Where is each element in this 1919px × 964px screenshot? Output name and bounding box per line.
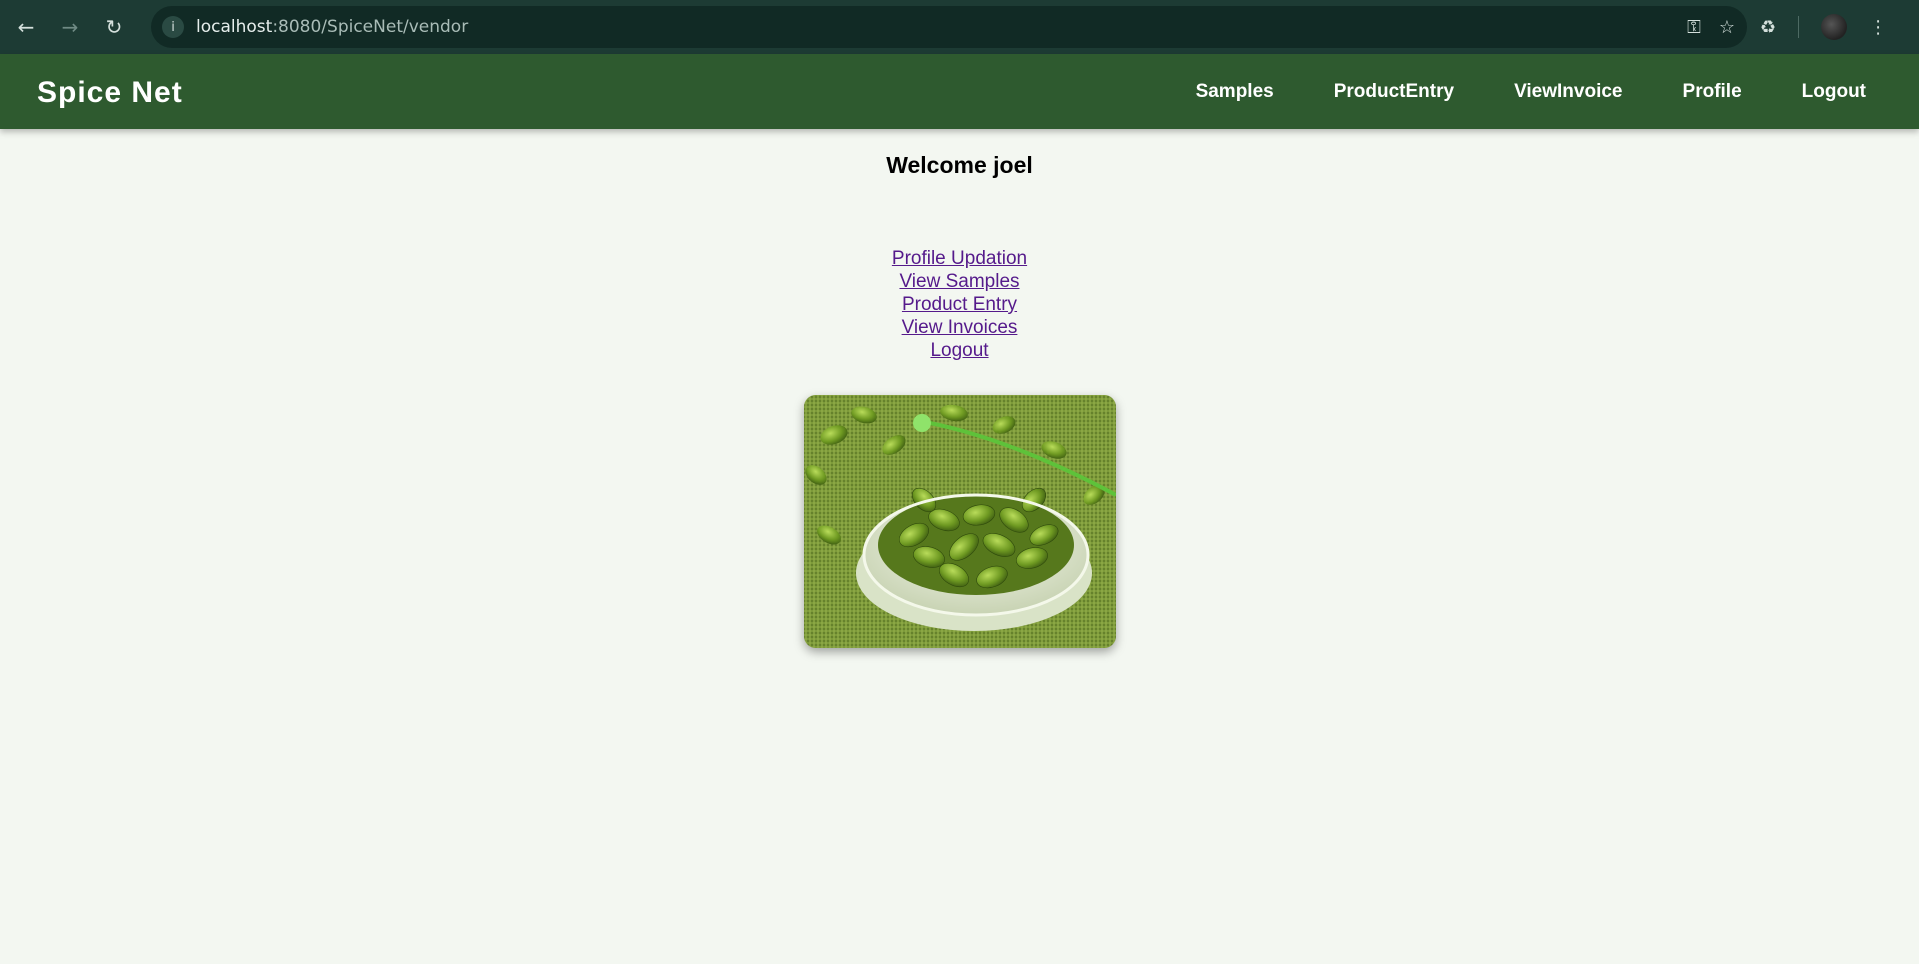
profile-avatar[interactable] bbox=[1821, 14, 1848, 40]
toolbar-divider bbox=[1798, 16, 1800, 38]
forward-arrow-icon[interactable]: → bbox=[52, 9, 88, 45]
address-bar[interactable]: i localhost:8080/SpiceNet/vendor ⚿ ☆ bbox=[151, 6, 1747, 48]
vendor-link-list: Profile Updation View Samples Product En… bbox=[0, 247, 1919, 362]
reload-icon[interactable]: ↻ bbox=[96, 9, 132, 45]
site-header: Spice Net Samples ProductEntry ViewInvoi… bbox=[0, 54, 1919, 129]
nav-view-invoice[interactable]: ViewInvoice bbox=[1514, 81, 1622, 103]
site-info-icon[interactable]: i bbox=[162, 16, 184, 38]
welcome-heading: Welcome joel bbox=[886, 152, 1033, 178]
link-view-invoices[interactable]: View Invoices bbox=[902, 316, 1018, 339]
nav-logout[interactable]: Logout bbox=[1802, 81, 1866, 103]
menu-kebab-icon[interactable]: ⋮ bbox=[1869, 17, 1887, 38]
url-text[interactable]: localhost:8080/SpiceNet/vendor bbox=[196, 17, 468, 37]
link-product-entry[interactable]: Product Entry bbox=[902, 293, 1017, 316]
password-key-icon[interactable]: ⚿ bbox=[1687, 17, 1701, 38]
cardamom-bowl-image bbox=[804, 395, 1116, 648]
browser-toolbar: ← → ↻ i localhost:8080/SpiceNet/vendor ⚿… bbox=[0, 0, 1919, 54]
brand-logo-text: Spice Net bbox=[37, 76, 183, 109]
main-nav: Samples ProductEntry ViewInvoice Profile… bbox=[1196, 54, 1919, 129]
link-profile-updation[interactable]: Profile Updation bbox=[892, 247, 1027, 270]
bookmark-star-icon[interactable]: ☆ bbox=[1719, 17, 1735, 38]
link-logout[interactable]: Logout bbox=[930, 339, 988, 362]
back-arrow-icon[interactable]: ← bbox=[8, 9, 44, 45]
link-view-samples[interactable]: View Samples bbox=[899, 270, 1019, 293]
extensions-icon[interactable]: ♻ bbox=[1760, 17, 1776, 38]
nav-product-entry[interactable]: ProductEntry bbox=[1334, 81, 1454, 103]
nav-samples[interactable]: Samples bbox=[1196, 81, 1274, 103]
nav-profile[interactable]: Profile bbox=[1683, 81, 1742, 103]
